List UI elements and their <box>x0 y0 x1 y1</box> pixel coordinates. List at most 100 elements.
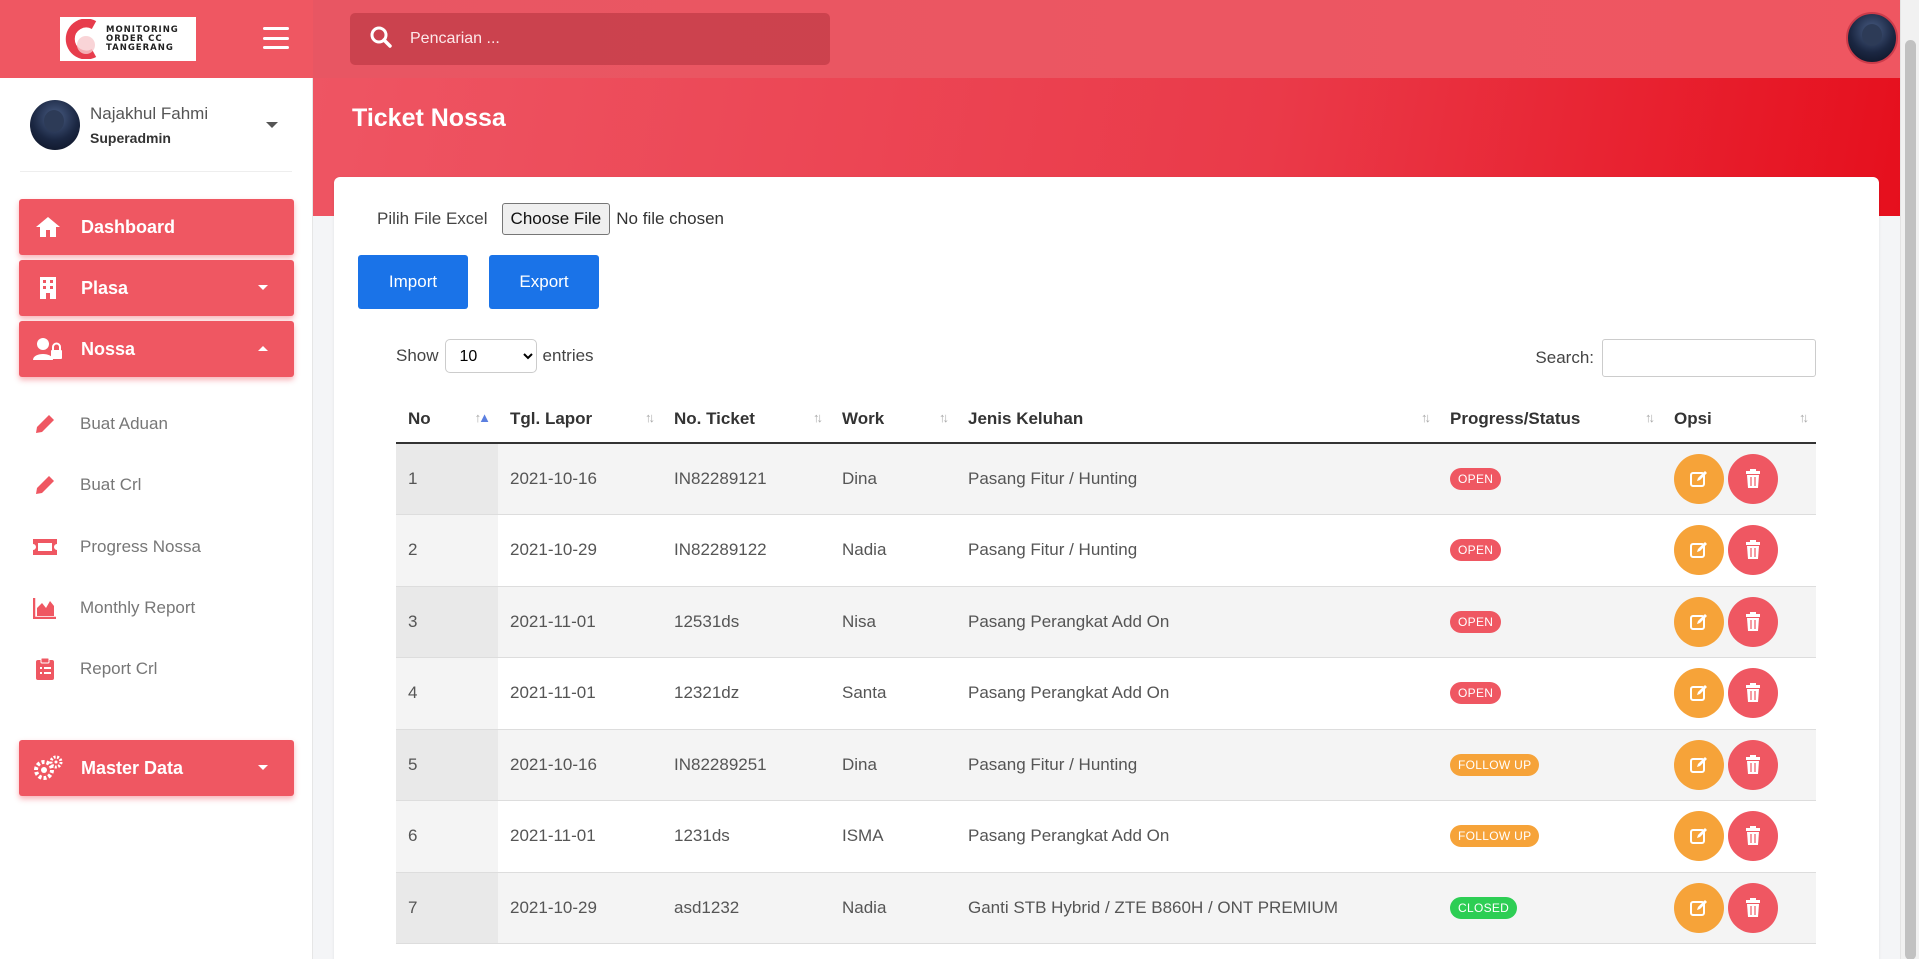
chevron-down-icon[interactable] <box>266 122 278 128</box>
table-search: Search: <box>1535 339 1816 377</box>
cell-no: 2 <box>396 514 498 587</box>
cell-no: 6 <box>396 800 498 873</box>
entries-length: Show 10 entries <box>396 339 594 373</box>
brand-area: MONITORING ORDER CC TANGERANG <box>0 0 313 78</box>
cell-no: 1 <box>396 443 498 515</box>
col-header-jenis-keluhan[interactable]: Jenis Keluhan ↑↓ <box>956 395 1438 444</box>
col-header-status[interactable]: Progress/Status ↑↓ <box>1438 395 1662 444</box>
cell-opsi <box>1662 586 1816 658</box>
sidebar-item-nossa[interactable]: Nossa <box>19 321 294 377</box>
status-badge: OPEN <box>1450 682 1502 705</box>
cell-jenis-keluhan: Pasang Fitur / Hunting <box>956 443 1438 515</box>
edit-button[interactable] <box>1674 454 1724 504</box>
trash-icon <box>1746 611 1760 631</box>
main-content: Ticket Nossa Pilih File Excel Choose Fil… <box>313 78 1900 959</box>
edit-button[interactable] <box>1674 739 1724 790</box>
edit-button[interactable] <box>1674 668 1724 719</box>
page-scrollbar[interactable] <box>1900 0 1919 959</box>
cogs-icon <box>33 755 63 781</box>
sort-icon: ↑↓ <box>939 410 949 425</box>
cell-jenis-keluhan: Pasang Perangkat Add On <box>956 586 1438 658</box>
col-header-no[interactable]: No ↑▲ <box>396 395 498 444</box>
user-panel[interactable]: Najakhul Fahmi Superadmin <box>20 78 292 172</box>
delete-button[interactable] <box>1728 882 1778 933</box>
delete-button[interactable] <box>1728 811 1778 862</box>
file-status: No file chosen <box>616 209 724 228</box>
building-icon <box>33 275 63 301</box>
cell-no-ticket: asd1232 <box>662 872 830 944</box>
trash-icon <box>1746 683 1760 703</box>
sidebar-subitem-buat-aduan[interactable]: Buat Aduan <box>32 412 168 436</box>
user-lock-icon <box>33 336 63 362</box>
trash-icon <box>1746 826 1760 846</box>
sidebar-item-label: Nossa <box>81 338 136 359</box>
edit-icon <box>1690 828 1707 845</box>
sort-icon: ↑↓ <box>1799 410 1809 425</box>
status-badge: CLOSED <box>1450 896 1518 919</box>
clipboard-icon <box>32 657 58 681</box>
cell-jenis-keluhan: Pasang Perangkat Add On <box>956 657 1438 730</box>
sidebar-item-master-data[interactable]: Master Data <box>19 740 294 796</box>
delete-button[interactable] <box>1728 668 1778 719</box>
edit-button[interactable] <box>1674 811 1724 862</box>
edit-icon <box>1690 899 1707 916</box>
area-chart-icon <box>32 596 58 620</box>
sidebar-item-plasa[interactable]: Plasa <box>19 260 294 316</box>
cell-work: Dina <box>830 729 956 801</box>
page-title: Ticket Nossa <box>352 104 506 132</box>
scrollbar-thumb[interactable] <box>1905 40 1916 959</box>
sort-icon: ↑↓ <box>813 410 823 425</box>
choose-file-button[interactable]: Choose File <box>501 203 611 235</box>
global-search-input[interactable] <box>410 30 790 48</box>
cell-tgl-lapor: 2021-10-29 <box>498 872 662 944</box>
sidebar-subitem-monthly-report[interactable]: Monthly Report <box>32 596 195 620</box>
entries-select[interactable]: 10 <box>444 339 537 373</box>
export-button[interactable]: Export <box>489 255 599 309</box>
edit-button[interactable] <box>1674 525 1724 576</box>
status-badge: FOLLOW UP <box>1450 825 1540 848</box>
pencil-icon <box>32 412 58 436</box>
sidebar-subitem-buat-crl[interactable]: Buat Crl <box>32 473 141 497</box>
hamburger-menu-icon[interactable] <box>263 27 289 49</box>
col-header-tgl-lapor[interactable]: Tgl. Lapor ↑↓ <box>498 395 662 444</box>
sort-icon: ↑↓ <box>1421 410 1431 425</box>
trash-icon <box>1746 897 1760 917</box>
top-bar: MONITORING ORDER CC TANGERANG <box>0 0 1900 78</box>
cell-no-ticket: 12531ds <box>662 586 830 658</box>
sidebar-subitem-progress-nossa[interactable]: Progress Nossa <box>32 535 201 559</box>
cell-jenis-keluhan: Pasang Fitur / Hunting <box>956 514 1438 587</box>
status-badge: OPEN <box>1450 468 1502 490</box>
trash-icon <box>1746 754 1760 774</box>
cell-tgl-lapor: 2021-11-01 <box>498 586 662 658</box>
sidebar-item-dashboard[interactable]: Dashboard <box>19 199 294 255</box>
delete-button[interactable] <box>1728 739 1778 790</box>
cell-no-ticket: 1231ds <box>662 800 830 873</box>
col-header-work[interactable]: Work ↑↓ <box>830 395 956 444</box>
cell-status: OPEN <box>1438 657 1662 730</box>
user-avatar-top[interactable] <box>1846 12 1898 64</box>
delete-button[interactable] <box>1728 454 1778 504</box>
global-search[interactable] <box>350 13 830 65</box>
status-badge: FOLLOW UP <box>1450 753 1540 776</box>
app-logo[interactable]: MONITORING ORDER CC TANGERANG <box>60 17 196 61</box>
cell-work: Dina <box>830 443 956 515</box>
import-button[interactable]: Import <box>358 255 468 309</box>
edit-button[interactable] <box>1674 882 1724 933</box>
sidebar-item-label: Dashboard <box>81 216 176 237</box>
edit-icon <box>1690 542 1707 559</box>
ticket-icon <box>32 535 58 559</box>
col-header-no-ticket[interactable]: No. Ticket ↑↓ <box>662 395 830 444</box>
chevron-up-icon <box>258 346 268 351</box>
table-row: 7 2021-10-29 asd1232 Nadia Ganti STB Hybrid … <box>396 872 1816 944</box>
sidebar-item-label: Master Data <box>81 757 184 778</box>
col-header-opsi[interactable]: Opsi ↑↓ <box>1662 395 1816 444</box>
sidebar-subitem-report-crl[interactable]: Report Crl <box>32 657 157 681</box>
top-nav <box>313 0 1900 78</box>
delete-button[interactable] <box>1728 525 1778 576</box>
delete-button[interactable] <box>1728 596 1778 647</box>
file-upload-row: Pilih File Excel Choose File No file cho… <box>377 203 724 235</box>
edit-button[interactable] <box>1674 596 1724 647</box>
home-icon <box>33 214 63 240</box>
cell-work: Santa <box>830 657 956 730</box>
table-search-input[interactable] <box>1602 339 1816 377</box>
